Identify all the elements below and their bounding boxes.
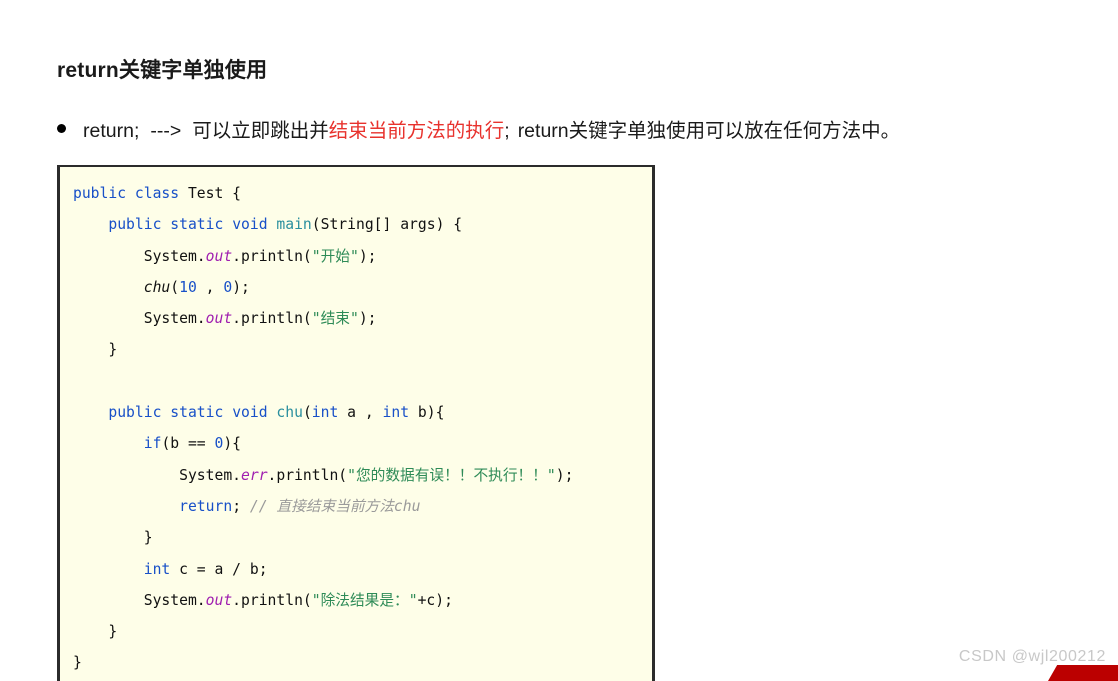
bullet-text-tail: return关键字单独使用可以放在任何方法中。 [517,120,901,142]
code-token-pl: ; [232,497,250,515]
code-line: if(b == 0){ [73,428,652,459]
code-token-field: out [205,591,233,609]
code-token-pl: c = a / b; [170,560,268,578]
code-token-type: int [311,404,339,422]
code-token-kw: if [143,435,162,453]
code-token-num: 0 [223,278,233,296]
code-token-pl: System. [73,591,206,609]
code-token-pl: ){ [223,435,242,453]
code-token-str: "您的数据有误！！不执行！！" [347,466,556,484]
ribbon-shape [1040,665,1118,681]
code-token-meth: chu [276,404,303,422]
code-token-type: int [143,560,171,578]
code-line: public class Test { [73,178,652,209]
code-token-pl: ); [232,278,250,296]
code-token-pl: , [196,278,224,296]
code-token-pl: System. [73,247,206,265]
code-token-pl: System. [73,310,206,328]
code-token-pl: } [73,529,153,547]
code-token-meth: main [276,216,312,234]
code-line: System.out.println("除法结果是："+c); [73,585,652,616]
code-token-num: 10 [179,278,197,296]
code-token-pl: ); [358,310,377,328]
code-line: int c = a / b; [73,554,652,585]
code-token-field: out [205,310,233,328]
code-line: } [73,334,652,365]
code-line: public static void chu(int a , int b){ [73,397,652,428]
code-token-pl: .println( [232,247,312,265]
code-token-kw: static [170,216,224,234]
code-token-kw: public [108,404,162,422]
code-token-str: "开始" [311,247,359,265]
code-line: return; // 直接结束当前方法chu [73,491,652,522]
code-token-pl: Test { [179,185,242,202]
code-token-pl: } [73,341,118,359]
code-line: public static void main(String[] args) { [73,209,652,240]
code-token-pl: b){ [409,404,445,422]
code-token-pl: .println( [232,591,312,609]
code-line: chu(10 , 0); [73,272,652,303]
bullet-point-row: return; ---> 可以立即跳出并结束当前方法的执行; return关键字单独使… [57,114,900,143]
code-line: System.out.println("结束"); [73,303,652,334]
code-token-pl: ); [555,466,574,484]
code-token-pl: ); [358,247,377,265]
code-token-pl: (String[] args) { [311,216,463,234]
code-lines: public class Test { public static void m… [73,178,652,679]
code-token-pl: } [73,623,118,641]
code-line: } [73,522,652,553]
code-token-kw: void [232,404,268,422]
code-token-kw: public [108,216,162,234]
bullet-keyword: return; [83,120,140,142]
code-token-kw: return [179,497,233,515]
page-title: return关键字单独使用 [57,59,268,82]
code-token-field: err [241,466,268,484]
bullet-text-lead: 可以立即跳出并 [192,120,329,142]
bullet-dot-icon [57,124,66,133]
code-token-pl: System. [73,466,242,484]
code-token-call: chu [143,278,171,296]
code-token-pl: .println( [232,310,312,328]
code-token-pl: } [73,654,82,672]
code-line: System.err.println("您的数据有误！！不执行！！"); [73,460,652,491]
code-token-pl: +c); [417,591,453,609]
code-token-pl: ( [170,278,180,296]
bullet-arrow: ---> [150,120,182,142]
csdn-watermark: CSDN @wjl200212 [958,648,1106,665]
code-token-kw: static [170,404,224,422]
code-token-str: "结束" [311,310,359,328]
code-token-pl: ( [302,404,312,422]
code-token-type: int [382,404,410,422]
code-token-pl: a , [338,404,383,422]
code-token-pl: .println( [267,466,348,484]
code-token-kw: public [73,185,127,202]
code-block: public class Test { public static void m… [57,165,655,681]
code-token-kw: void [232,216,268,234]
bullet-text-highlight: 结束当前方法的执行 [328,120,505,142]
code-line: } [73,647,652,678]
bullet-text-semicolon: ; [504,120,510,142]
code-token-pl: (b == [161,435,215,453]
slide-page: return关键字单独使用 return; ---> 可以立即跳出并结束当前方法的执… [0,0,1118,681]
bullet-point-text: return; ---> 可以立即跳出并结束当前方法的执行; return关键字单独使… [83,114,900,143]
code-token-str: "除法结果是：" [311,591,418,609]
code-token-kw: class [134,185,180,202]
code-token-cmt: // 直接结束当前方法chu [249,497,421,515]
code-token-field: out [205,247,233,265]
code-line: } [73,616,652,647]
code-line: System.out.println("开始"); [73,241,652,272]
